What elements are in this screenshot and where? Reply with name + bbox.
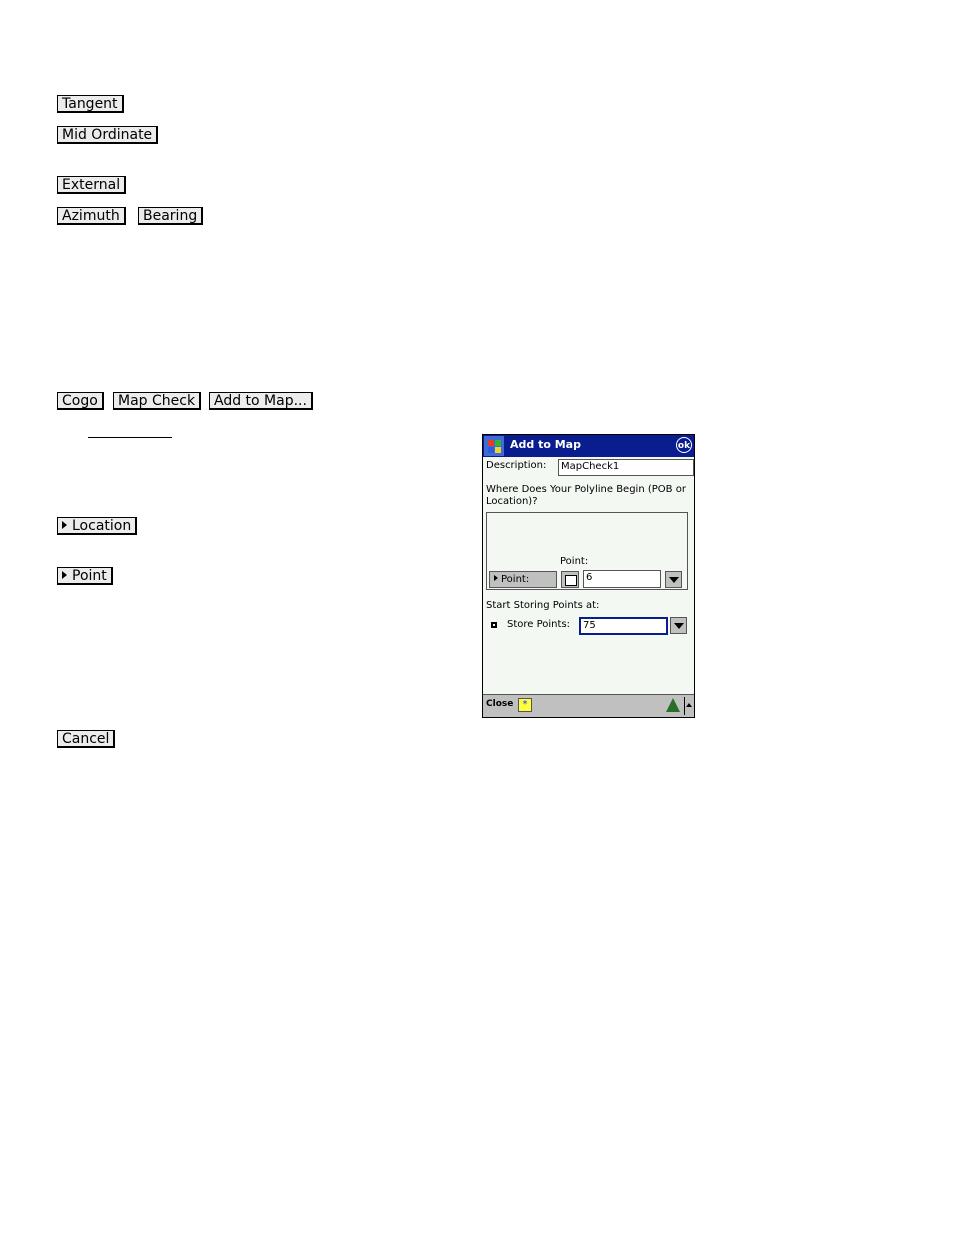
point-input[interactable]: 6 [583, 570, 661, 588]
location-label: Location [72, 518, 132, 534]
ok-button[interactable]: ok [676, 437, 692, 453]
start-storing-label: Start Storing Points at: [486, 600, 600, 611]
title-bar: Add to Map ok [483, 435, 694, 457]
cancel-button[interactable]: Cancel [57, 730, 116, 748]
store-points-input[interactable]: 75 [579, 617, 668, 635]
windows-flag-icon [487, 439, 501, 453]
pick-from-map-button[interactable] [561, 571, 579, 588]
close-button[interactable]: Close [486, 699, 513, 709]
point-caption: Point: [560, 556, 589, 567]
store-points-dropdown-button[interactable] [670, 617, 687, 634]
store-points-label: Store Points: [507, 619, 571, 630]
sip-arrow-up-icon[interactable] [686, 703, 692, 707]
star-icon[interactable]: * [518, 698, 532, 712]
location-button[interactable]: Location [57, 517, 138, 535]
window-title: Add to Map [510, 438, 581, 451]
add-to-map-window: Add to Map ok Description: MapCheck1 Whe… [482, 434, 695, 718]
map-pick-icon [565, 575, 577, 586]
triangle-right-icon [494, 575, 498, 581]
external-button[interactable]: External [57, 176, 127, 194]
command-bar: Close * [483, 694, 694, 717]
survey-app-icon[interactable] [666, 698, 680, 712]
triangle-right-icon [62, 521, 67, 529]
add-to-map-button[interactable]: Add to Map... [209, 392, 313, 410]
point-type-button[interactable]: Point: [489, 571, 557, 588]
point-type-label: Point: [501, 574, 530, 585]
triangle-right-icon [62, 571, 67, 579]
bearing-button[interactable]: Bearing [138, 207, 204, 225]
description-label: Description: [486, 460, 547, 471]
point-dropdown-button[interactable] [665, 571, 682, 588]
tangent-button[interactable]: Tangent [57, 95, 124, 113]
separator [684, 697, 685, 715]
start-menu-button[interactable] [484, 436, 504, 456]
underline-rule [88, 437, 172, 438]
azimuth-button[interactable]: Azimuth [57, 207, 126, 225]
polyline-begin-question: Where Does Your Polyline Begin (POB or L… [486, 484, 686, 507]
map-check-button[interactable]: Map Check [113, 392, 202, 410]
description-input[interactable]: MapCheck1 [558, 459, 694, 476]
store-points-checkbox[interactable] [491, 622, 497, 628]
point-button[interactable]: Point [57, 567, 113, 585]
mid-ordinate-button[interactable]: Mid Ordinate [57, 126, 159, 144]
point-label: Point [72, 568, 107, 584]
cogo-button[interactable]: Cogo [57, 392, 104, 410]
